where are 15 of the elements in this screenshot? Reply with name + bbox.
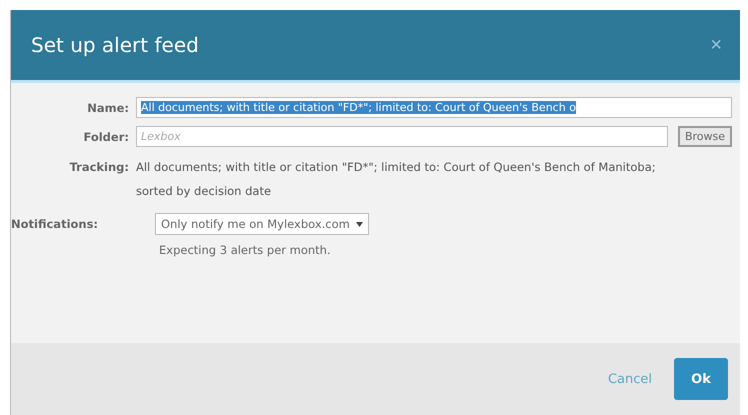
caret-icon [356, 222, 363, 226]
field-label: Tracking: [68, 159, 129, 176]
tracking-description: All documents; with title or citation "FD*"; limited to: Court of Queen's Bench of Manitoba; sorted by decision date [136, 159, 657, 200]
alert-estimate: Expecting 3 alerts per month. [158, 243, 332, 257]
field-label: Folder: [82, 130, 129, 144]
browse-button[interactable]: Browse [678, 126, 732, 147]
field-label: Notifications: [11, 217, 100, 231]
name-field[interactable]: All documents; with title or citation "FD*"; limited to: Court of Queen's Bench o [136, 97, 732, 118]
field-label: Name: [86, 100, 129, 114]
close-button[interactable]: × [710, 34, 722, 56]
notifications-dropdown[interactable]: Only notify me on Mylexbox.com [155, 213, 369, 235]
cancel-button[interactable]: Cancel [602, 370, 658, 388]
dialog-title: Set up alert feed [31, 33, 199, 57]
ok-button[interactable]: Ok [674, 358, 728, 400]
folder-field[interactable]: Lexbox [136, 126, 668, 147]
